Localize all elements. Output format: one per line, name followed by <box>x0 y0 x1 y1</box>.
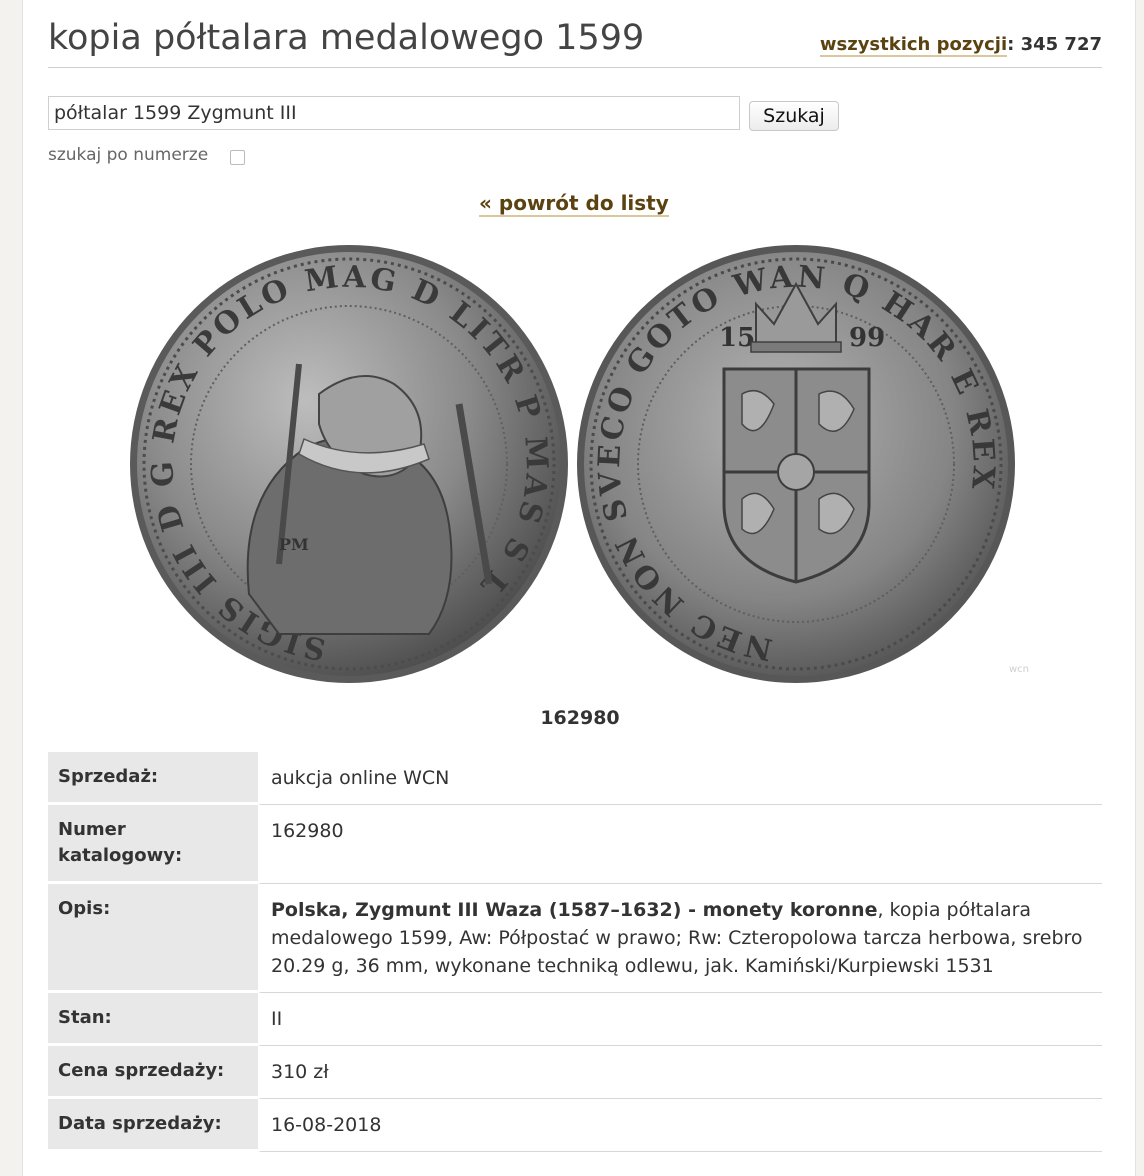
coin-image: SIGIS III D G REX POLO MAG D LITR P MAS … <box>130 245 1029 683</box>
back-to-list-link[interactable]: « powrót do listy <box>479 191 669 217</box>
details-row-description: Opis: Polska, Zygmunt III Waza (1587–163… <box>48 884 1102 993</box>
reverse-year-left: 15 <box>719 323 755 353</box>
details-row-condition: Stan: II <box>48 993 1102 1046</box>
sale-label: Sprzedaż: <box>48 752 258 805</box>
price-label: Cena sprzedaży: <box>48 1046 258 1099</box>
details-row-catalog: Numer katalogowy: 162980 <box>48 805 1102 884</box>
search-button[interactable]: Szukaj <box>749 101 839 131</box>
condition-value: II <box>258 993 1102 1046</box>
description-label: Opis: <box>48 884 258 993</box>
page: kopia półtalara medalowego 1599 wszystki… <box>22 0 1136 1176</box>
details-row-price: Cena sprzedaży: 310 zł <box>48 1046 1102 1099</box>
catalog-number-value: 162980 <box>258 805 1102 884</box>
total-count: wszystkich pozycji: 345 727 <box>819 34 1102 57</box>
coin-obverse: SIGIS III D G REX POLO MAG D LITR P MAS … <box>130 245 568 683</box>
page-header: kopia półtalara medalowego 1599 wszystki… <box>48 14 1102 68</box>
coin-reverse: NEC NON SVECO GOTO WAN Q HAR E REX 15 99… <box>577 245 1029 683</box>
obverse-mintmark: PM <box>279 535 309 554</box>
details-row-sale: Sprzedaż: aukcja online WCN <box>48 752 1102 805</box>
search-by-number-checkbox[interactable] <box>230 150 245 165</box>
lot-number: 162980 <box>540 707 620 729</box>
total-separator: : <box>1007 34 1021 55</box>
date-label: Data sprzedaży: <box>48 1099 258 1152</box>
search-by-number-label: szukaj po numerze <box>48 145 209 165</box>
all-items-link[interactable]: wszystkich pozycji <box>819 34 1008 57</box>
catalog-number-label: Numer katalogowy: <box>48 805 258 884</box>
description-value: Polska, Zygmunt III Waza (1587–1632) - m… <box>258 884 1102 993</box>
coat-of-arms-shield-icon <box>722 367 871 584</box>
sale-value: aukcja online WCN <box>258 752 1102 805</box>
description-bold: Polska, Zygmunt III Waza (1587–1632) - m… <box>271 899 878 921</box>
page-title: kopia półtalara medalowego 1599 <box>48 18 645 58</box>
reverse-year-right: 99 <box>849 323 885 353</box>
details-row-date: Data sprzedaży: 16-08-2018 <box>48 1099 1102 1152</box>
condition-label: Stan: <box>48 993 258 1046</box>
date-value: 16-08-2018 <box>258 1099 1102 1152</box>
coin-image-watermark: wcn.pl <box>1009 664 1029 675</box>
price-value: 310 zł <box>258 1046 1102 1099</box>
total-count-value: 345 727 <box>1020 34 1102 55</box>
details-table: Sprzedaż: aukcja online WCN Numer katalo… <box>48 752 1102 1152</box>
search-input[interactable] <box>48 96 740 130</box>
